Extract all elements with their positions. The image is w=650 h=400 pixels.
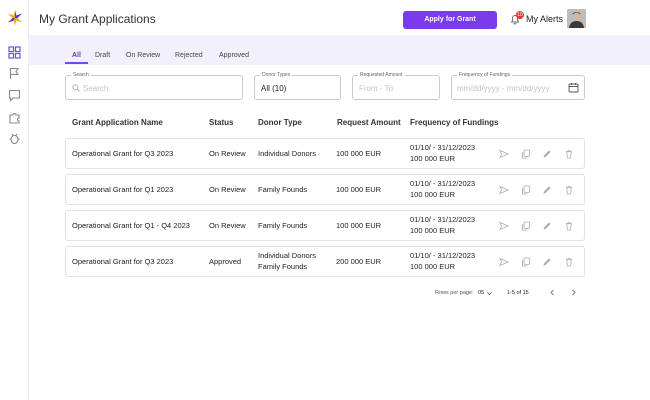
row-frequency-amount: 100 000 EUR [410, 154, 456, 163]
column-header-donor-type[interactable]: Donor Type [258, 118, 302, 127]
frequency-label: Frequency of Fundings [457, 72, 513, 78]
row-donor-type: Individual Donors [258, 149, 316, 158]
alerts-badge: 10 [516, 11, 524, 19]
tab-approved[interactable]: Approved [219, 52, 249, 59]
edit-icon[interactable] [542, 257, 552, 267]
donor-types-value: All (10) [261, 84, 287, 93]
tab-draft[interactable]: Draft [95, 52, 110, 59]
row-name: Operational Grant for Q3 2023 [72, 257, 174, 266]
send-icon[interactable] [499, 257, 509, 267]
search-label: Search [71, 72, 91, 78]
row-donor-type-secondary: Family Founds [258, 262, 308, 271]
row-frequency-dates: 01/10/ - 31/12/2023 [410, 251, 476, 260]
row-amount: 100 000 EUR [336, 221, 382, 230]
delete-icon[interactable] [564, 221, 574, 231]
table-row[interactable]: Operational Grant for Q3 2023 On Review … [65, 138, 585, 169]
page-title: My Grant Applications [39, 12, 156, 26]
logo-icon [8, 10, 22, 26]
sidebar [0, 0, 29, 400]
row-amount: 100 000 EUR [336, 185, 382, 194]
avatar-image [567, 9, 586, 28]
row-status: Approved [209, 257, 242, 266]
pagination-range: 1-5 of 15 [507, 290, 529, 296]
chevron-right-icon[interactable] [570, 289, 577, 296]
row-donor-type: Family Founds [258, 221, 308, 230]
frequency-input[interactable]: mm/dd/yyyy - mm/dd/yyyy [457, 84, 549, 93]
requested-amount-input[interactable]: From - To [359, 84, 393, 93]
dashboard-icon[interactable] [8, 46, 21, 59]
tab-on-review[interactable]: On Review [126, 52, 160, 59]
row-name: Operational Grant for Q1 2023 [72, 185, 174, 194]
copy-icon[interactable] [521, 185, 531, 195]
donor-types-label: Donor Types [260, 72, 293, 78]
row-name: Operational Grant for Q3 2023 [72, 149, 174, 158]
column-header-name[interactable]: Grant Application Name [72, 118, 163, 127]
edit-icon[interactable] [542, 185, 552, 195]
row-frequency-amount: 100 000 EUR [410, 226, 456, 235]
search-input[interactable]: Search [83, 84, 108, 93]
row-frequency-dates: 01/10/ - 31/12/2023 [410, 215, 476, 224]
table-row[interactable]: Operational Grant for Q3 2023 Approved I… [65, 246, 585, 277]
tab-bar [29, 35, 650, 65]
flag-icon[interactable] [8, 67, 21, 80]
donor-types-select[interactable]: Donor Types All (10) [254, 72, 341, 100]
row-donor-type: Family Founds [258, 185, 308, 194]
delete-icon[interactable] [564, 185, 574, 195]
delete-icon[interactable] [564, 149, 574, 159]
table-row[interactable]: Operational Grant for Q1 - Q4 2023 On Re… [65, 210, 585, 241]
copy-icon[interactable] [521, 221, 531, 231]
row-frequency-dates: 01/10/ - 31/12/2023 [410, 179, 476, 188]
column-header-frequency[interactable]: Frequency of Fundings [410, 118, 498, 127]
send-icon[interactable] [499, 221, 509, 231]
column-header-status[interactable]: Status [209, 118, 233, 127]
requested-amount-field[interactable]: Requested Amount From - To [352, 72, 440, 100]
active-tab-indicator [65, 62, 88, 64]
table-row[interactable]: Operational Grant for Q1 2023 On Review … [65, 174, 585, 205]
search-field[interactable]: Search Search [65, 72, 243, 100]
tab-all[interactable]: All [72, 52, 81, 59]
search-icon [72, 84, 80, 92]
send-icon[interactable] [499, 149, 509, 159]
column-header-request-amount[interactable]: Request Amount [337, 118, 401, 127]
row-frequency-dates: 01/10/ - 31/12/2023 [410, 143, 476, 152]
rows-per-page-select[interactable]: 05 [478, 290, 484, 296]
row-amount: 200 000 EUR [336, 257, 382, 266]
calendar-icon[interactable] [568, 82, 579, 93]
requested-amount-label: Requested Amount [358, 72, 405, 78]
row-frequency-amount: 100 000 EUR [410, 262, 456, 271]
tab-rejected[interactable]: Rejected [175, 52, 203, 59]
delete-icon[interactable] [564, 257, 574, 267]
bug-icon[interactable] [8, 132, 21, 145]
row-status: On Review [209, 221, 246, 230]
edit-icon[interactable] [542, 221, 552, 231]
puzzle-icon[interactable] [8, 111, 21, 124]
chevron-down-icon[interactable] [487, 291, 492, 296]
edit-icon[interactable] [542, 149, 552, 159]
message-icon[interactable] [8, 89, 21, 102]
row-amount: 100 000 EUR [336, 149, 382, 158]
copy-icon[interactable] [521, 257, 531, 267]
copy-icon[interactable] [521, 149, 531, 159]
row-donor-type: Individual Donors [258, 251, 316, 260]
avatar[interactable] [567, 9, 586, 28]
chevron-left-icon[interactable] [549, 289, 556, 296]
send-icon[interactable] [499, 185, 509, 195]
row-status: On Review [209, 185, 246, 194]
row-status: On Review [209, 149, 246, 158]
row-name: Operational Grant for Q1 - Q4 2023 [72, 221, 190, 230]
my-alerts-link[interactable]: My Alerts [526, 14, 563, 24]
rows-per-page-label: Rows per page: [435, 290, 474, 296]
row-frequency-amount: 100 000 EUR [410, 190, 456, 199]
apply-for-grant-button[interactable]: Apply for Grant [403, 11, 497, 29]
frequency-field[interactable]: Frequency of Fundings mm/dd/yyyy - mm/dd… [451, 72, 585, 100]
